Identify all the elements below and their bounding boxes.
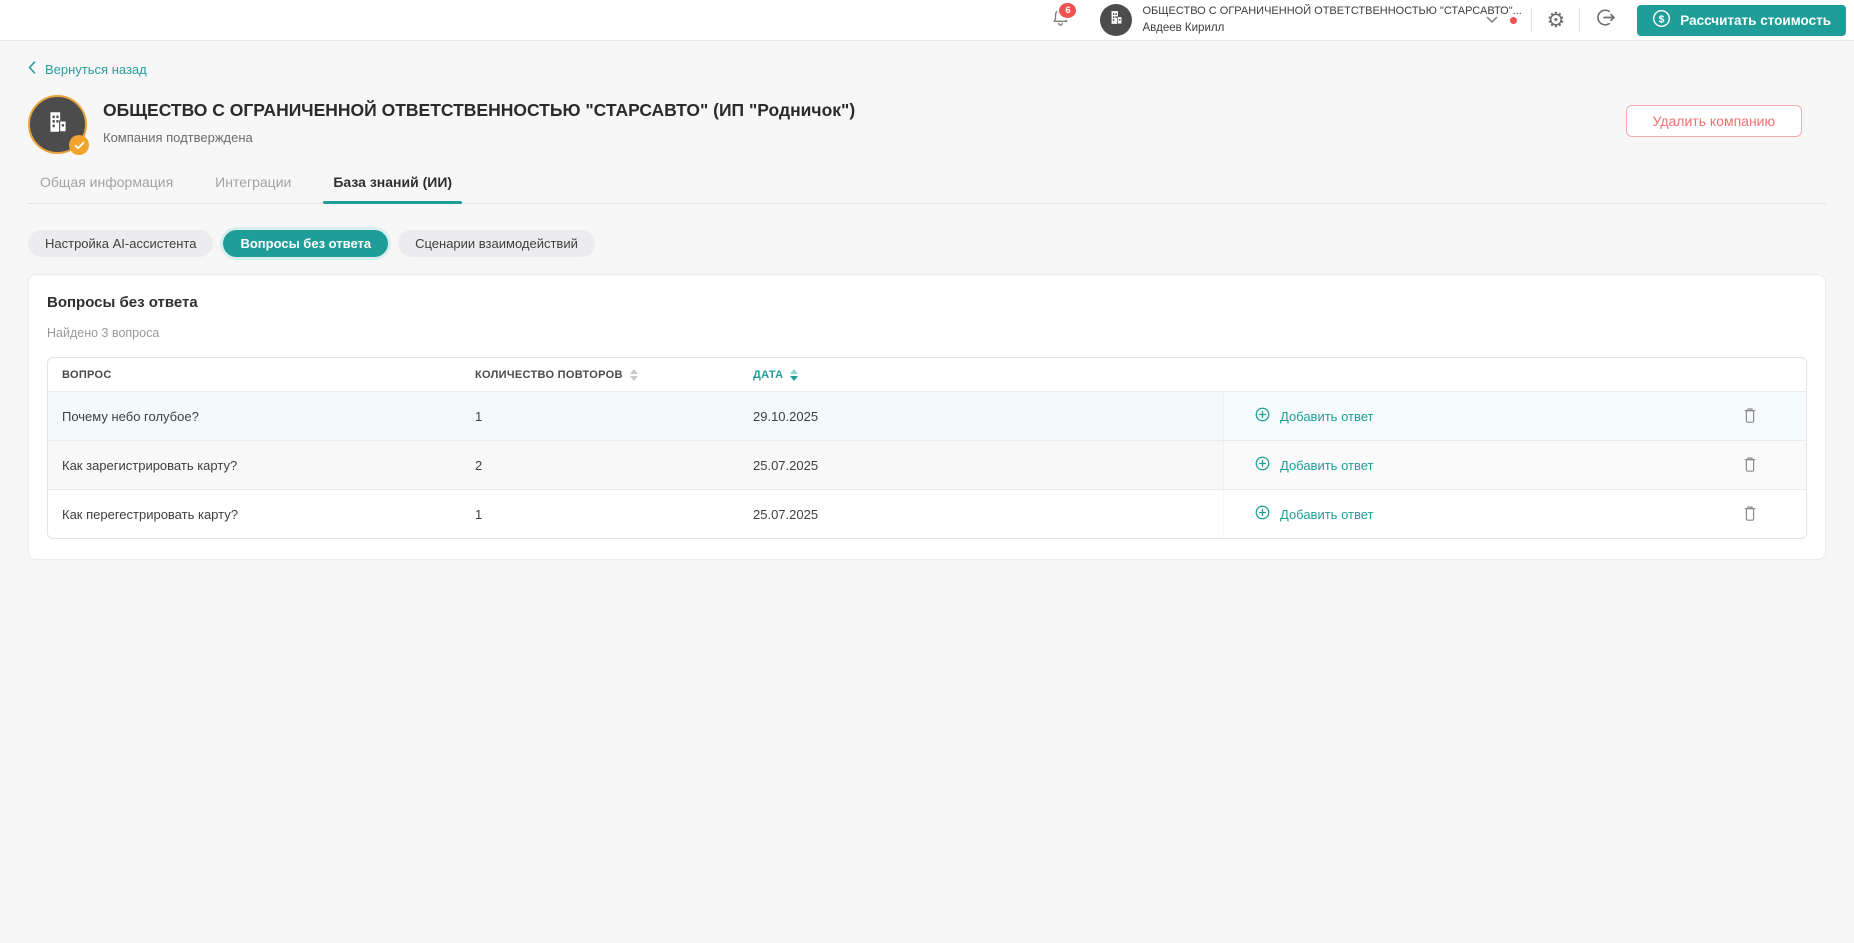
account-labels: ОБЩЕСТВО С ОГРАНИЧЕННОЙ ОТВЕТСТВЕННОСТЬЮ… xyxy=(1142,4,1522,37)
tab-bar: Общая информация Интеграции База знаний … xyxy=(28,174,1826,204)
back-link[interactable]: Вернуться назад xyxy=(28,61,147,77)
page-title: ОБЩЕСТВО С ОГРАНИЧЕННОЙ ОТВЕТСТВЕННОСТЬЮ… xyxy=(103,100,856,120)
plus-circle-icon xyxy=(1254,406,1271,426)
sort-icon xyxy=(629,368,638,381)
add-answer-button[interactable]: Добавить ответ xyxy=(1254,406,1373,426)
main-content: Вернуться назад ОБЩЕСТВО С ОГРАНИЧЕННОЙ … xyxy=(0,41,1854,560)
date-cell: 25.07.2025 xyxy=(753,506,819,522)
chevron-down-icon[interactable] xyxy=(1486,16,1498,24)
calculate-cost-label: Рассчитать стоимость xyxy=(1680,12,1831,28)
company-status: Компания подтверждена xyxy=(103,130,253,145)
notifications-button[interactable]: 6 xyxy=(1051,1,1079,33)
question-cell: Как зарегистрировать карту? xyxy=(62,457,238,473)
date-cell: 29.10.2025 xyxy=(753,408,819,424)
row-actions: Добавить ответ xyxy=(1223,392,1806,440)
tab-general-info[interactable]: Общая информация xyxy=(30,174,183,203)
logout-icon xyxy=(1594,6,1617,34)
plus-circle-icon xyxy=(1254,504,1271,524)
divider xyxy=(1531,8,1533,32)
trash-icon xyxy=(1742,504,1758,525)
svg-text:$: $ xyxy=(1659,14,1665,25)
add-answer-button[interactable]: Добавить ответ xyxy=(1254,504,1373,524)
company-titles: ОБЩЕСТВО С ОГРАНИЧЕННОЙ ОТВЕТСТВЕННОСТЬЮ… xyxy=(103,95,855,154)
account-avatar xyxy=(1100,3,1133,36)
add-answer-button[interactable]: Добавить ответ xyxy=(1254,455,1373,475)
trash-icon xyxy=(1742,455,1758,476)
repeat-count-cell: 1 xyxy=(475,408,483,424)
table-header-row: ВОПРОС КОЛИЧЕСТВО ПОВТОРОВ ДАТА xyxy=(48,358,1806,391)
result-count: Найдено 3 вопроса xyxy=(47,326,160,340)
row-actions: Добавить ответ xyxy=(1223,441,1806,489)
unanswered-questions-panel: Вопросы без ответа Найдено 3 вопроса ВОП… xyxy=(28,274,1826,560)
dollar-circle-icon: $ xyxy=(1652,9,1671,31)
company-header-left: ОБЩЕСТВО С ОГРАНИЧЕННОЙ ОТВЕТСТВЕННОСТЬЮ… xyxy=(28,95,855,155)
table-row: Как перегестрировать карту? 1 25.07.2025… xyxy=(48,489,1806,538)
calculate-cost-button[interactable]: $ Рассчитать стоимость xyxy=(1637,4,1846,36)
company-avatar xyxy=(28,95,89,155)
subtab-unanswered-questions[interactable]: Вопросы без ответа xyxy=(223,230,389,257)
subtab-ai-assistant-settings[interactable]: Настройка AI-ассистента xyxy=(28,230,214,257)
date-cell: 25.07.2025 xyxy=(753,457,819,473)
account-user-name: Авдеев Кирилл xyxy=(1142,21,1225,34)
question-cell: Почему небо голубое? xyxy=(62,408,199,424)
delete-question-button[interactable] xyxy=(1742,406,1758,427)
gear-icon[interactable]: ⚙ xyxy=(1546,9,1565,31)
building-icon xyxy=(1108,9,1125,31)
notification-count-badge: 6 xyxy=(1057,1,1079,20)
questions-table: ВОПРОС КОЛИЧЕСТВО ПОВТОРОВ ДАТА Почему н… xyxy=(47,357,1807,539)
row-actions: Добавить ответ xyxy=(1223,490,1806,538)
topbar: 6 ОБЩЕСТВО С ОГРАНИЧЕННОЙ ОТВЕТСТВЕННОСТ… xyxy=(0,0,1854,41)
panel-title: Вопросы без ответа xyxy=(47,294,198,311)
trash-icon xyxy=(1742,406,1758,427)
delete-company-button[interactable]: Удалить компанию xyxy=(1625,105,1802,137)
building-icon xyxy=(45,109,71,140)
question-cell: Как перегестрировать карту? xyxy=(62,506,238,522)
tab-integrations[interactable]: Интеграции xyxy=(205,174,301,203)
repeat-count-cell: 1 xyxy=(475,506,483,522)
table-row: Как зарегистрировать карту? 2 25.07.2025… xyxy=(48,440,1806,489)
chevron-left-icon xyxy=(28,61,36,77)
tab-knowledge-base[interactable]: База знаний (ИИ) xyxy=(323,174,462,204)
plus-circle-icon xyxy=(1254,455,1271,475)
status-dot xyxy=(1510,16,1518,24)
column-header-date[interactable]: ДАТА xyxy=(739,368,1223,381)
column-header-repeat-count[interactable]: КОЛИЧЕСТВО ПОВТОРОВ xyxy=(461,368,739,381)
delete-question-button[interactable] xyxy=(1742,504,1758,525)
account-menu[interactable]: ОБЩЕСТВО С ОГРАНИЧЕННОЙ ОТВЕТСТВЕННОСТЬЮ… xyxy=(1100,3,1522,37)
verified-badge-icon xyxy=(69,135,89,155)
table-row: Почему небо голубое? 1 29.10.2025 Добави… xyxy=(48,391,1806,440)
sort-icon xyxy=(790,368,799,381)
divider xyxy=(1579,8,1581,32)
column-header-question: ВОПРОС xyxy=(62,368,112,381)
subtab-bar: Настройка AI-ассистента Вопросы без отве… xyxy=(28,230,1826,257)
subtab-interaction-scenarios[interactable]: Сценарии взаимодействий xyxy=(398,230,595,257)
account-company-name: ОБЩЕСТВО С ОГРАНИЧЕННОЙ ОТВЕТСТВЕННОСТЬЮ… xyxy=(1142,4,1522,17)
repeat-count-cell: 2 xyxy=(475,457,483,473)
back-link-label: Вернуться назад xyxy=(45,61,147,77)
app-screen: 6 ОБЩЕСТВО С ОГРАНИЧЕННОЙ ОТВЕТСТВЕННОСТ… xyxy=(0,0,1854,943)
logout-button[interactable] xyxy=(1594,6,1617,34)
company-header: ОБЩЕСТВО С ОГРАНИЧЕННОЙ ОТВЕТСТВЕННОСТЬЮ… xyxy=(28,95,1826,155)
delete-question-button[interactable] xyxy=(1742,455,1758,476)
